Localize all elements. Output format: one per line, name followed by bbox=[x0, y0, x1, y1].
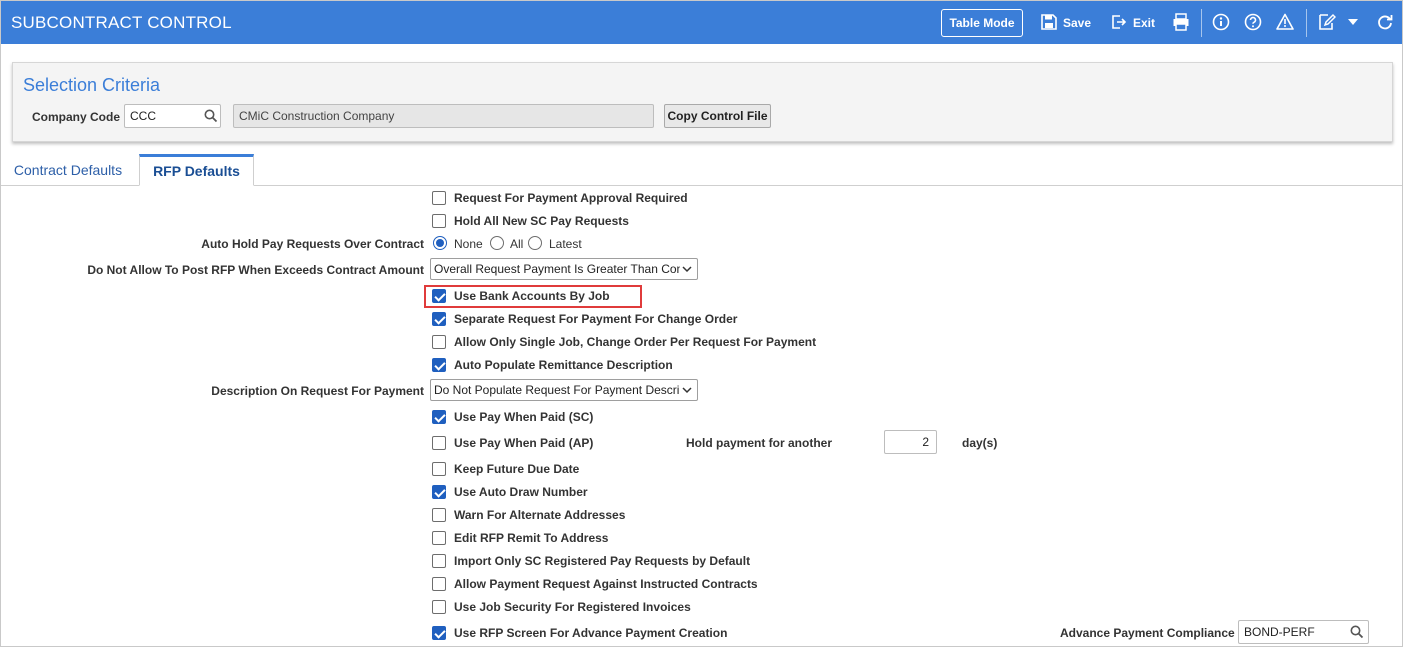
tab-contract-defaults[interactable]: Contract Defaults bbox=[1, 154, 135, 186]
keep-future-due-label: Keep Future Due Date bbox=[454, 462, 580, 476]
tab-rfp-defaults[interactable]: RFP Defaults bbox=[139, 154, 254, 186]
job-security-label: Use Job Security For Registered Invoices bbox=[454, 600, 691, 614]
allow-only-single-label: Allow Only Single Job, Change Order Per … bbox=[454, 335, 817, 349]
separate-request-label: Separate Request For Payment For Change … bbox=[454, 312, 738, 326]
pay-when-paid-ap-checkbox[interactable] bbox=[432, 436, 446, 450]
job-security-checkbox[interactable] bbox=[432, 600, 446, 614]
table-mode-button[interactable]: Table Mode bbox=[941, 9, 1023, 37]
use-bank-accounts-checkbox[interactable] bbox=[432, 289, 446, 303]
description-on-rfp-value: Do Not Populate Request For Payment Desc… bbox=[434, 383, 680, 397]
auto-populate-checkbox[interactable] bbox=[432, 358, 446, 372]
rfp-approval-required-checkbox[interactable] bbox=[432, 191, 446, 205]
exit-button[interactable]: Exit bbox=[1111, 13, 1155, 33]
chevron-down-icon bbox=[682, 384, 692, 398]
description-on-rfp-select[interactable]: Do Not Populate Request For Payment Desc… bbox=[430, 379, 698, 401]
edit-icon[interactable] bbox=[1317, 12, 1337, 32]
exit-label: Exit bbox=[1133, 16, 1156, 30]
rfp-advance-checkbox[interactable] bbox=[432, 626, 446, 640]
edit-remit-checkbox[interactable] bbox=[432, 531, 446, 545]
selection-criteria-panel: Selection Criteria Company Code CCC CMiC… bbox=[12, 62, 1393, 142]
company-name-field: CMiC Construction Company bbox=[233, 104, 654, 128]
help-icon[interactable] bbox=[1243, 12, 1263, 32]
do-not-allow-label: Do Not Allow To Post RFP When Exceeds Co… bbox=[87, 263, 424, 277]
hold-all-new-label: Hold All New SC Pay Requests bbox=[454, 214, 629, 228]
exit-icon bbox=[1111, 14, 1127, 33]
import-only-sc-checkbox[interactable] bbox=[432, 554, 446, 568]
warn-alternate-label: Warn For Alternate Addresses bbox=[454, 508, 626, 522]
hold-payment-days-value: 2 bbox=[922, 435, 929, 449]
auto-hold-latest-radio[interactable] bbox=[528, 236, 542, 250]
hold-all-new-checkbox[interactable] bbox=[432, 214, 446, 228]
pay-when-paid-sc-checkbox[interactable] bbox=[432, 410, 446, 424]
auto-hold-latest-label: Latest bbox=[549, 237, 582, 251]
rfp-approval-required-label: Request For Payment Approval Required bbox=[454, 191, 688, 205]
info-icon[interactable] bbox=[1211, 12, 1231, 32]
refresh-icon[interactable] bbox=[1375, 12, 1395, 32]
search-icon[interactable] bbox=[203, 108, 219, 124]
use-bank-accounts-label: Use Bank Accounts By Job bbox=[454, 289, 610, 303]
toolbar-divider bbox=[1201, 9, 1202, 37]
auto-draw-number-label: Use Auto Draw Number bbox=[454, 485, 588, 499]
allow-only-single-checkbox[interactable] bbox=[432, 335, 446, 349]
hold-payment-label: Hold payment for another bbox=[686, 436, 833, 450]
import-only-sc-label: Import Only SC Registered Pay Requests b… bbox=[454, 554, 751, 568]
auto-hold-all-radio[interactable] bbox=[490, 236, 504, 250]
allow-payment-instructed-label: Allow Payment Request Against Instructed… bbox=[454, 577, 758, 591]
pay-when-paid-sc-label: Use Pay When Paid (SC) bbox=[454, 410, 594, 424]
auto-hold-none-radio[interactable] bbox=[433, 236, 447, 250]
advance-compliance-label: Advance Payment Compliance bbox=[1060, 626, 1235, 640]
search-icon[interactable] bbox=[1349, 624, 1365, 640]
warn-alternate-checkbox[interactable] bbox=[432, 508, 446, 522]
do-not-allow-value: Overall Request Payment Is Greater Than … bbox=[434, 262, 680, 276]
top-toolbar: SUBCONTRACT CONTROL Table Mode Save Exit bbox=[1, 1, 1402, 44]
advance-compliance-value: BOND-PERF bbox=[1244, 625, 1315, 639]
rfp-advance-label: Use RFP Screen For Advance Payment Creat… bbox=[454, 626, 728, 640]
description-on-rfp-label: Description On Request For Payment bbox=[211, 384, 424, 398]
chevron-down-icon[interactable] bbox=[1343, 12, 1363, 32]
do-not-allow-select[interactable]: Overall Request Payment Is Greater Than … bbox=[430, 258, 698, 280]
save-icon bbox=[1041, 13, 1057, 33]
hold-payment-days-input[interactable]: 2 bbox=[884, 430, 937, 454]
auto-populate-label: Auto Populate Remittance Description bbox=[454, 358, 673, 372]
copy-control-file-button[interactable]: Copy Control File bbox=[664, 104, 771, 128]
company-code-value: CCC bbox=[130, 109, 156, 123]
allow-payment-instructed-checkbox[interactable] bbox=[432, 577, 446, 591]
auto-hold-none-label: None bbox=[454, 237, 483, 251]
page-title: SUBCONTRACT CONTROL bbox=[11, 13, 232, 32]
toolbar-divider bbox=[1306, 9, 1307, 37]
auto-draw-number-checkbox[interactable] bbox=[432, 485, 446, 499]
company-name-value: CMiC Construction Company bbox=[239, 109, 395, 123]
edit-remit-label: Edit RFP Remit To Address bbox=[454, 531, 609, 545]
hold-payment-unit: day(s) bbox=[962, 436, 998, 450]
save-label: Save bbox=[1063, 16, 1092, 30]
save-button[interactable]: Save bbox=[1041, 13, 1091, 33]
warning-icon[interactable] bbox=[1275, 12, 1295, 32]
chevron-down-icon bbox=[682, 263, 692, 277]
auto-hold-all-label: All bbox=[510, 237, 524, 251]
print-icon[interactable] bbox=[1171, 12, 1191, 32]
criteria-title: Selection Criteria bbox=[23, 75, 161, 95]
auto-hold-label: Auto Hold Pay Requests Over Contract bbox=[201, 237, 424, 251]
keep-future-due-checkbox[interactable] bbox=[432, 462, 446, 476]
company-code-label: Company Code bbox=[32, 110, 121, 124]
pay-when-paid-ap-label: Use Pay When Paid (AP) bbox=[454, 436, 594, 450]
separate-request-checkbox[interactable] bbox=[432, 312, 446, 326]
